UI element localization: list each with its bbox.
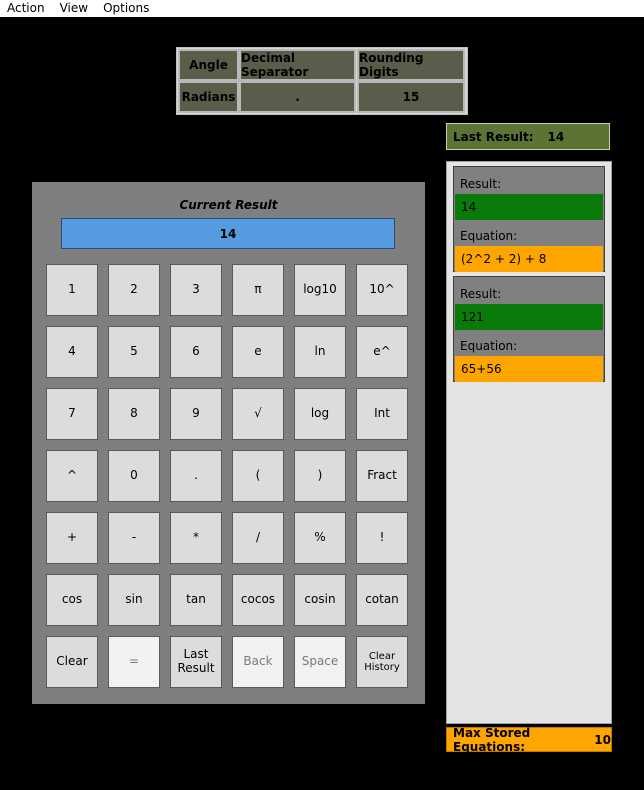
rounding-digits-value[interactable]: 15 [357,81,465,113]
result-label: Result: [460,287,502,301]
one-key[interactable]: 1 [46,264,98,316]
settings-table: Angle Decimal Separator Rounding Digits … [176,47,468,115]
max-stored-label: Max Stored Equations: [453,725,531,754]
e-power-key[interactable]: e^ [356,326,408,378]
history-entry[interactable]: Result: 14 Equation: (2^2 + 2) + 8 [453,166,605,272]
factorial-key[interactable]: ! [356,512,408,564]
six-key[interactable]: 6 [170,326,222,378]
last-result-value: 14 [547,129,565,144]
history-result: 121 [455,304,603,330]
int-key[interactable]: Int [356,388,408,440]
history-equation: (2^2 + 2) + 8 [455,246,603,272]
nine-key[interactable]: 9 [170,388,222,440]
log-key[interactable]: log [294,388,346,440]
power-key[interactable]: ^ [46,450,98,502]
e-key[interactable]: e [232,326,284,378]
menu-view[interactable]: View [53,0,96,17]
cosin-key[interactable]: cosin [294,574,346,626]
close-paren-key[interactable]: ) [294,450,346,502]
sqrt-key[interactable]: √ [232,388,284,440]
cocos-key[interactable]: cocos [232,574,284,626]
angle-value[interactable]: Radians [178,81,239,113]
open-paren-key[interactable]: ( [232,450,284,502]
four-key[interactable]: 4 [46,326,98,378]
percent-key[interactable]: % [294,512,346,564]
multiply-key[interactable]: * [170,512,222,564]
sin-key[interactable]: sin [108,574,160,626]
minus-key[interactable]: - [108,512,160,564]
last-result-box: Last Result: 14 [446,123,610,150]
result-label: Result: [460,177,502,191]
space-key[interactable]: Space [294,636,346,688]
last-result-key[interactable]: Last Result [170,636,222,688]
fract-key[interactable]: Fract [356,450,408,502]
cos-key[interactable]: cos [46,574,98,626]
ln-key[interactable]: ln [294,326,346,378]
calculator-panel: Current Result 14 1 2 3 π log10 10^ 4 5 6 e ln e^ 7 8… [32,182,425,704]
decimal-separator-value[interactable]: . [239,81,356,113]
clear-history-key[interactable]: Clear History [356,636,408,688]
menu-action[interactable]: Action [0,0,53,17]
history-equation: 65+56 [455,356,603,382]
decimal-key[interactable]: . [170,450,222,502]
menu-options[interactable]: Options [96,0,157,17]
angle-header: Angle [178,49,239,81]
max-stored-box[interactable]: Max Stored Equations: 10 [446,725,612,754]
two-key[interactable]: 2 [108,264,160,316]
five-key[interactable]: 5 [108,326,160,378]
pi-key[interactable]: π [232,264,284,316]
equation-label: Equation: [460,229,518,243]
menu-bar: Action View Options [0,0,644,17]
clear-key[interactable]: Clear [46,636,98,688]
equals-key[interactable]: = [108,636,160,688]
log10-key[interactable]: log10 [294,264,346,316]
divide-key[interactable]: / [232,512,284,564]
back-key[interactable]: Back [232,636,284,688]
three-key[interactable]: 3 [170,264,222,316]
current-result-title: Current Result [179,198,278,212]
max-stored-value: 10 [594,732,611,747]
cotan-key[interactable]: cotan [356,574,408,626]
history-panel: Result: 14 Equation: (2^2 + 2) + 8 Resul… [446,161,612,724]
equation-label: Equation: [460,339,518,353]
zero-key[interactable]: 0 [108,450,160,502]
history-entry[interactable]: Result: 121 Equation: 65+56 [453,276,605,382]
result-display: 14 [61,218,395,249]
ten-power-key[interactable]: 10^ [356,264,408,316]
plus-key[interactable]: + [46,512,98,564]
eight-key[interactable]: 8 [108,388,160,440]
history-result: 14 [455,194,603,220]
last-result-label: Last Result: [453,129,534,144]
decimal-separator-header: Decimal Separator [239,49,356,81]
tan-key[interactable]: tan [170,574,222,626]
rounding-digits-header: Rounding Digits [357,49,465,81]
seven-key[interactable]: 7 [46,388,98,440]
